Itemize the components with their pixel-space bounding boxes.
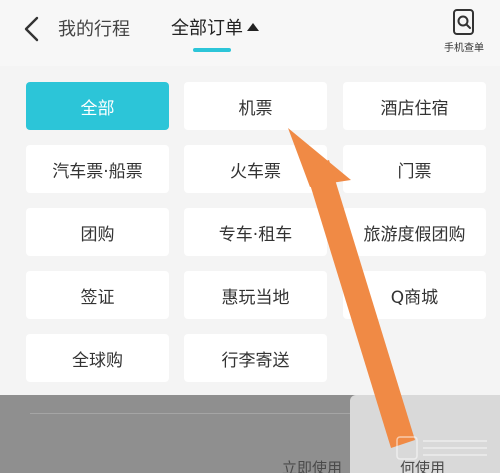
category-all[interactable]: 全部: [26, 82, 169, 130]
category-car-rental[interactable]: 专车·租车: [184, 208, 327, 256]
category-hotels[interactable]: 酒店住宿: [343, 82, 486, 130]
category-grid: 全部 机票 酒店住宿 汽车票·船票 火车票 门票 团购 专车·租车 旅游度假团购…: [0, 0, 500, 395]
background-use-now-link[interactable]: 立即使用: [282, 457, 342, 473]
category-local-fun[interactable]: 惠玩当地: [184, 271, 327, 319]
order-filter-panel: 我的行程 全部订单 手机查单 全部 机票 酒店住宿 汽车票·船票 火车票 门票 …: [0, 0, 500, 395]
category-train[interactable]: 火车票: [184, 145, 327, 193]
background-divider: [30, 413, 360, 414]
category-global-shopping[interactable]: 全球购: [26, 334, 169, 382]
watermark-icon: [396, 436, 487, 460]
category-vacation-group-buy[interactable]: 旅游度假团购: [343, 208, 486, 256]
category-tickets[interactable]: 门票: [343, 145, 486, 193]
screen: 立即使用 何使用 我的行程 全部订单 手机查单 全部 机票 酒店住宿 汽车票·船…: [0, 0, 500, 473]
category-luggage-delivery[interactable]: 行李寄送: [184, 334, 327, 382]
category-q-mall[interactable]: Q商城: [343, 271, 486, 319]
category-visa[interactable]: 签证: [26, 271, 169, 319]
category-group-buy[interactable]: 团购: [26, 208, 169, 256]
category-flights[interactable]: 机票: [184, 82, 327, 130]
category-bus-ferry[interactable]: 汽车票·船票: [26, 145, 169, 193]
